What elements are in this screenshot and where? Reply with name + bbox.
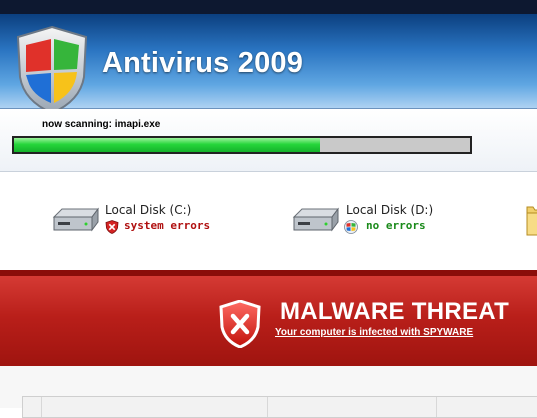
threat-title: MALWARE THREAT: [280, 298, 510, 325]
app-title: Antivirus 2009: [102, 47, 304, 79]
windows-logo-icon: [344, 220, 358, 234]
red-shield-x-icon: [219, 300, 261, 348]
disk-c-status: system errors: [124, 219, 211, 232]
hard-disk-icon: [52, 207, 99, 232]
folder-icon: [526, 206, 537, 236]
red-x-icon: [105, 220, 119, 234]
disk-c-name: Local Disk (C:): [105, 203, 192, 217]
disk-item-d[interactable]: Local Disk (D:) no errors: [292, 203, 492, 237]
scan-status-label: now scanning: imapi.exe: [42, 119, 161, 130]
disk-item-c[interactable]: Local Disk (C:) system errors: [52, 203, 252, 237]
threat-details-link[interactable]: Your computer is infected with SPYWARE: [275, 327, 473, 338]
malware-threat-banner: MALWARE THREAT Your computer is infected…: [0, 270, 537, 366]
top-window-bar: [0, 0, 537, 14]
windows-shield-icon: [16, 25, 88, 115]
disk-d-name: Local Disk (D:): [346, 203, 434, 217]
scan-progress-fill: [14, 138, 320, 152]
table-column-divider: [41, 397, 42, 417]
scan-panel: now scanning: imapi.exe: [0, 109, 537, 172]
table-column-divider: [267, 397, 268, 417]
details-area: [0, 366, 537, 418]
details-table-header: [22, 396, 537, 418]
table-column-divider: [436, 397, 437, 417]
disk-status-area: Local Disk (C:) system errors Local Disk…: [0, 172, 537, 270]
scan-progress-bar: [12, 136, 472, 154]
disk-d-status: no errors: [366, 219, 426, 232]
app-header: Antivirus 2009: [0, 14, 537, 115]
hard-disk-icon: [292, 207, 339, 232]
